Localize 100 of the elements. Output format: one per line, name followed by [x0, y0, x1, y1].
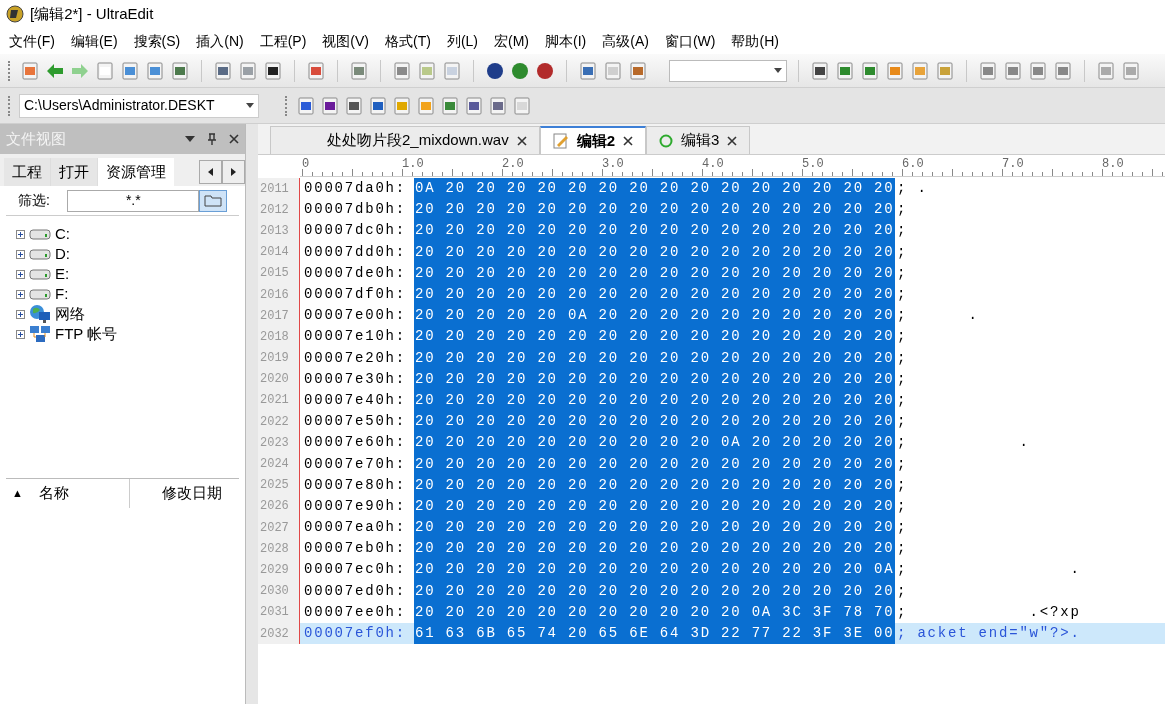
- hex-bytes: 20 20 20 20 20 20 20 20 20 20 20 20 20 20 20 20: [414, 517, 895, 539]
- hex-bytes: 20 20 20 20 20 20 20 20 20 20 20 20 20 20 20 20: [414, 580, 895, 602]
- line-number: 2026: [258, 495, 300, 517]
- menu-item[interactable]: 高级(A): [597, 30, 654, 52]
- editor-tab[interactable]: 处处吻片段2_mixdown.wav: [270, 126, 540, 154]
- close-icon[interactable]: [727, 135, 738, 146]
- line-number: 2011: [258, 178, 300, 200]
- menu-item[interactable]: 文件(F): [4, 30, 60, 52]
- panel-tab[interactable]: 工程: [4, 158, 51, 186]
- offset-cell-text: 00007db0h:: [304, 200, 407, 220]
- menu-item[interactable]: 列(L): [441, 30, 484, 52]
- offset-cell-text: 00007ee0h:: [304, 602, 407, 622]
- ascii-text: ; .<?xp: [897, 602, 1081, 622]
- filter-field[interactable]: *.*: [67, 189, 200, 212]
- ruler-label: 5.0: [802, 156, 824, 173]
- editor-tab[interactable]: 编辑3: [646, 126, 751, 154]
- menu-item[interactable]: 格式(T): [380, 30, 436, 52]
- expand-toggle[interactable]: [16, 249, 25, 259]
- expand-toggle[interactable]: [16, 329, 25, 339]
- ascii-text: ;: [897, 200, 908, 220]
- line-number: 2031: [258, 601, 300, 623]
- path-combo[interactable]: C:\Users\Administrator.DESKT: [19, 93, 259, 118]
- menu-item[interactable]: 搜索(S): [128, 30, 186, 52]
- ascii-text: ;: [897, 263, 908, 283]
- menu-item[interactable]: 插入(N): [191, 30, 249, 52]
- close-icon[interactable]: [229, 134, 239, 144]
- panel-tab[interactable]: 资源管理: [98, 158, 174, 186]
- ascii-text: ;: [897, 475, 908, 495]
- line-number: 2019: [258, 347, 300, 369]
- filter-label: 筛选:: [18, 191, 51, 210]
- line-number: 2018: [258, 326, 300, 348]
- line-number: 2029: [258, 559, 300, 581]
- hex-bytes: 20 20 20 20 20 20 20 20 20 20 20 20 20 20 20 20: [414, 389, 895, 412]
- offset-cell-text: 00007e60h:: [304, 433, 407, 453]
- menu-item[interactable]: 窗口(W): [659, 30, 721, 52]
- circle-icon[interactable]: [485, 60, 505, 81]
- column-header[interactable]: 修改日期: [162, 482, 222, 505]
- ruler-label: 3.0: [602, 156, 624, 173]
- editor-tab[interactable]: 编辑2: [539, 126, 647, 154]
- pin-icon[interactable]: [207, 133, 217, 145]
- right-triangle-icon: [231, 168, 236, 176]
- browse-button[interactable]: [199, 189, 227, 212]
- panel-tab[interactable]: 打开: [51, 158, 98, 186]
- hex-bytes: 20 20 20 20 20 20 20 20 20 20 20 20 20 20 20 20: [414, 326, 895, 348]
- ascii-text: ; acket end="w"?>.: [897, 624, 1081, 644]
- menu-item[interactable]: 视图(V): [317, 30, 374, 52]
- caret-icon[interactable]: [185, 136, 195, 142]
- scroll-left-button[interactable]: [199, 160, 222, 184]
- expand-toggle[interactable]: [16, 309, 25, 319]
- menu-item[interactable]: 宏(M): [489, 30, 535, 52]
- line-number: 2023: [258, 432, 300, 454]
- left-triangle-icon: [208, 168, 213, 176]
- column-header[interactable]: 名称: [38, 482, 69, 505]
- offset-cell-text: 00007ef0h:: [304, 624, 407, 644]
- hex-bytes: 20 20 20 20 20 20 20 20 20 20 20 20 20 20 20 0A: [414, 559, 895, 581]
- ascii-text: ;: [897, 518, 908, 538]
- drive-icon: [29, 268, 51, 280]
- hex-bytes: 20 20 20 20 20 20 20 20 20 20 20 20 20 20 20 20: [414, 538, 895, 560]
- drive-icon: [29, 248, 51, 260]
- ruler-label: 6.0: [902, 156, 924, 173]
- scroll-right-button[interactable]: [222, 160, 245, 184]
- offset-cell-text: 00007e00h:: [304, 306, 407, 326]
- ascii-text: ;: [897, 539, 908, 559]
- hex-bytes: 20 20 20 20 20 20 20 20 20 20 20 20 20 20 20 20: [414, 411, 895, 433]
- app-logo-icon: [6, 5, 24, 23]
- menu-item[interactable]: 帮助(H): [726, 30, 784, 52]
- caret-icon: [246, 103, 254, 108]
- ascii-text: ;: [897, 454, 908, 474]
- circle-icon[interactable]: [535, 60, 555, 81]
- hex-bytes: 20 20 20 20 20 20 20 20 20 20 20 20 20 20 20 20: [414, 199, 895, 221]
- expand-toggle[interactable]: [16, 269, 25, 279]
- expand-toggle[interactable]: [16, 229, 25, 239]
- ascii-text: ;: [897, 369, 908, 389]
- menu-item[interactable]: 工程(P): [254, 30, 312, 52]
- hex-bytes: 20 20 20 20 20 20 20 20 20 20 20 20 20 20 20 20: [414, 453, 895, 475]
- ruler-label: 0: [302, 156, 310, 173]
- offset-cell-text: 00007dc0h:: [304, 221, 407, 241]
- ascii-text: ;: [897, 412, 908, 432]
- circle-icon[interactable]: [510, 60, 530, 81]
- offset-cell-text: 00007e40h:: [304, 390, 407, 410]
- offset-cell-text: 00007dd0h:: [304, 242, 407, 262]
- offset-cell-text: 00007ea0h:: [304, 518, 407, 538]
- offset-cell-text: 00007df0h:: [304, 285, 407, 305]
- network-icon: [29, 304, 51, 324]
- hex-bytes: 20 20 20 20 20 20 20 20 20 20 20 20 20 20 20 20: [414, 495, 895, 517]
- close-icon[interactable]: [623, 136, 634, 146]
- offset-cell-text: 00007eb0h:: [304, 539, 407, 559]
- close-icon[interactable]: [516, 135, 527, 146]
- line-number: 2013: [258, 220, 300, 242]
- menu-item[interactable]: 编辑(E): [65, 30, 123, 52]
- ascii-text: ;: [897, 221, 908, 241]
- line-number: 2024: [258, 453, 300, 475]
- line-number: 2015: [258, 262, 300, 284]
- menu-item[interactable]: 脚本(I): [540, 30, 592, 52]
- hex-bytes: 0A 20 20 20 20 20 20 20 20 20 20 20 20 20 20 20: [414, 178, 895, 200]
- hex-bytes: 20 20 20 20 20 20 20 20 20 20 0A 20 20 20 20 20: [414, 432, 895, 454]
- caret-icon: [774, 68, 782, 73]
- expand-toggle[interactable]: [16, 289, 25, 299]
- ruler-label: 1.0: [402, 156, 424, 173]
- line-number: 2022: [258, 411, 300, 433]
